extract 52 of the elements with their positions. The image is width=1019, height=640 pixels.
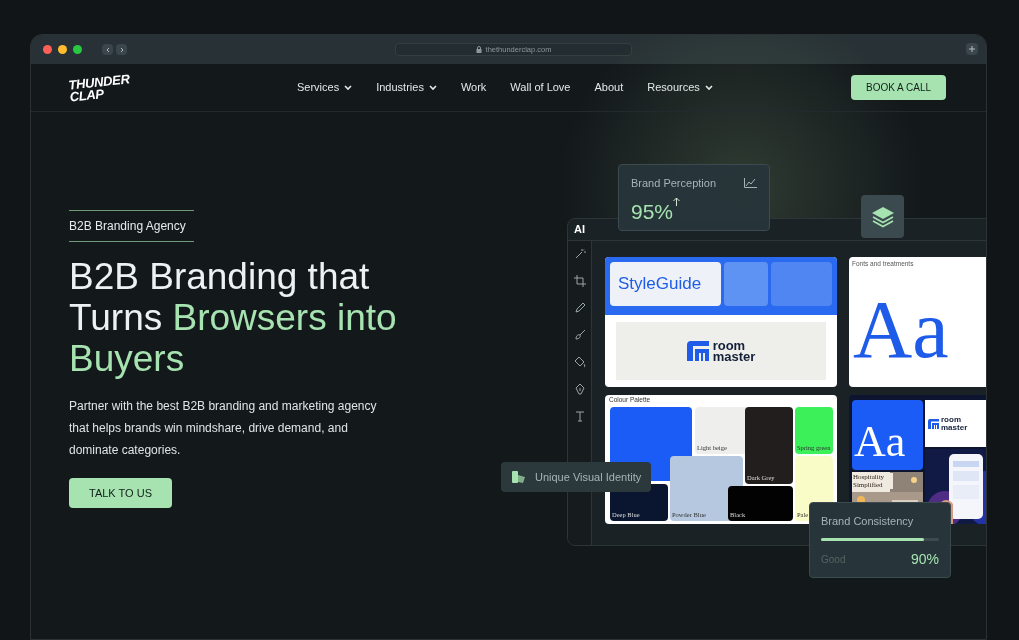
paint-bucket-icon[interactable] xyxy=(573,356,586,368)
shape-block xyxy=(770,262,832,306)
book-call-button[interactable]: BOOK A CALL xyxy=(851,75,946,100)
hero-description: Partner with the best B2B branding and marketing agency that helps brands win mindshare, drive demand, and dominate categories. xyxy=(69,398,378,459)
logo[interactable]: THUNDER CLAP xyxy=(67,71,141,104)
crop-icon[interactable] xyxy=(573,275,586,287)
layers-icon xyxy=(870,205,895,228)
font-sample: Aa xyxy=(853,285,949,375)
close-icon[interactable] xyxy=(43,45,52,54)
lock-icon xyxy=(475,46,482,53)
talk-button[interactable]: TALK TO US xyxy=(69,478,172,508)
eyebrow-label: B2B Branding Agency xyxy=(69,210,194,242)
logo-wordmark: room master xyxy=(941,415,968,432)
brush-icon[interactable] xyxy=(573,329,586,341)
caret-icon xyxy=(428,84,437,91)
app-label: AI xyxy=(574,222,585,238)
layers-button[interactable] xyxy=(861,195,904,238)
minimize-icon[interactable] xyxy=(58,45,67,54)
building-logo-icon xyxy=(686,341,709,361)
caret-icon xyxy=(704,84,713,91)
plus-icon xyxy=(969,46,975,52)
nav-link[interactable]: Industries xyxy=(376,79,437,96)
nav-link[interactable]: Work xyxy=(460,79,487,96)
new-tab-button[interactable] xyxy=(966,43,978,55)
shape-block xyxy=(723,262,768,306)
arrow-up-icon xyxy=(673,196,681,206)
perception-value: 95% xyxy=(631,198,674,225)
font-sample: Aa xyxy=(854,418,906,466)
nav-link[interactable]: Wall of Love xyxy=(510,79,571,96)
consistency-value: 90% xyxy=(910,549,939,569)
swatch-book-icon xyxy=(511,470,527,484)
card-title: Brand Perception xyxy=(631,176,716,191)
caret-icon xyxy=(344,84,353,91)
text-tool-icon[interactable] xyxy=(573,410,586,422)
back-button[interactable] xyxy=(102,44,113,55)
card-title: Brand Consistency xyxy=(821,514,915,529)
logo-wordmark: room master xyxy=(712,340,756,362)
styleguide-title: StyleGuide xyxy=(610,262,721,306)
hero-headline: B2B Branding that Turns Browsers into Buyers xyxy=(69,256,398,379)
pen-icon[interactable] xyxy=(573,302,586,314)
chevron-right-icon xyxy=(118,46,125,53)
nav-link[interactable]: Services xyxy=(297,79,353,96)
pen-nib-icon[interactable] xyxy=(573,383,586,395)
building-logo-icon xyxy=(928,418,939,429)
maximize-icon[interactable] xyxy=(73,45,82,54)
nav-link[interactable]: Resources xyxy=(647,79,713,96)
forward-button[interactable] xyxy=(116,44,127,55)
tooltip-label: Unique Visual Identity xyxy=(535,469,642,485)
nav-link[interactable]: About xyxy=(594,79,624,96)
chart-icon xyxy=(744,178,757,189)
chevron-left-icon xyxy=(104,46,111,53)
magic-wand-icon[interactable] xyxy=(573,248,586,260)
